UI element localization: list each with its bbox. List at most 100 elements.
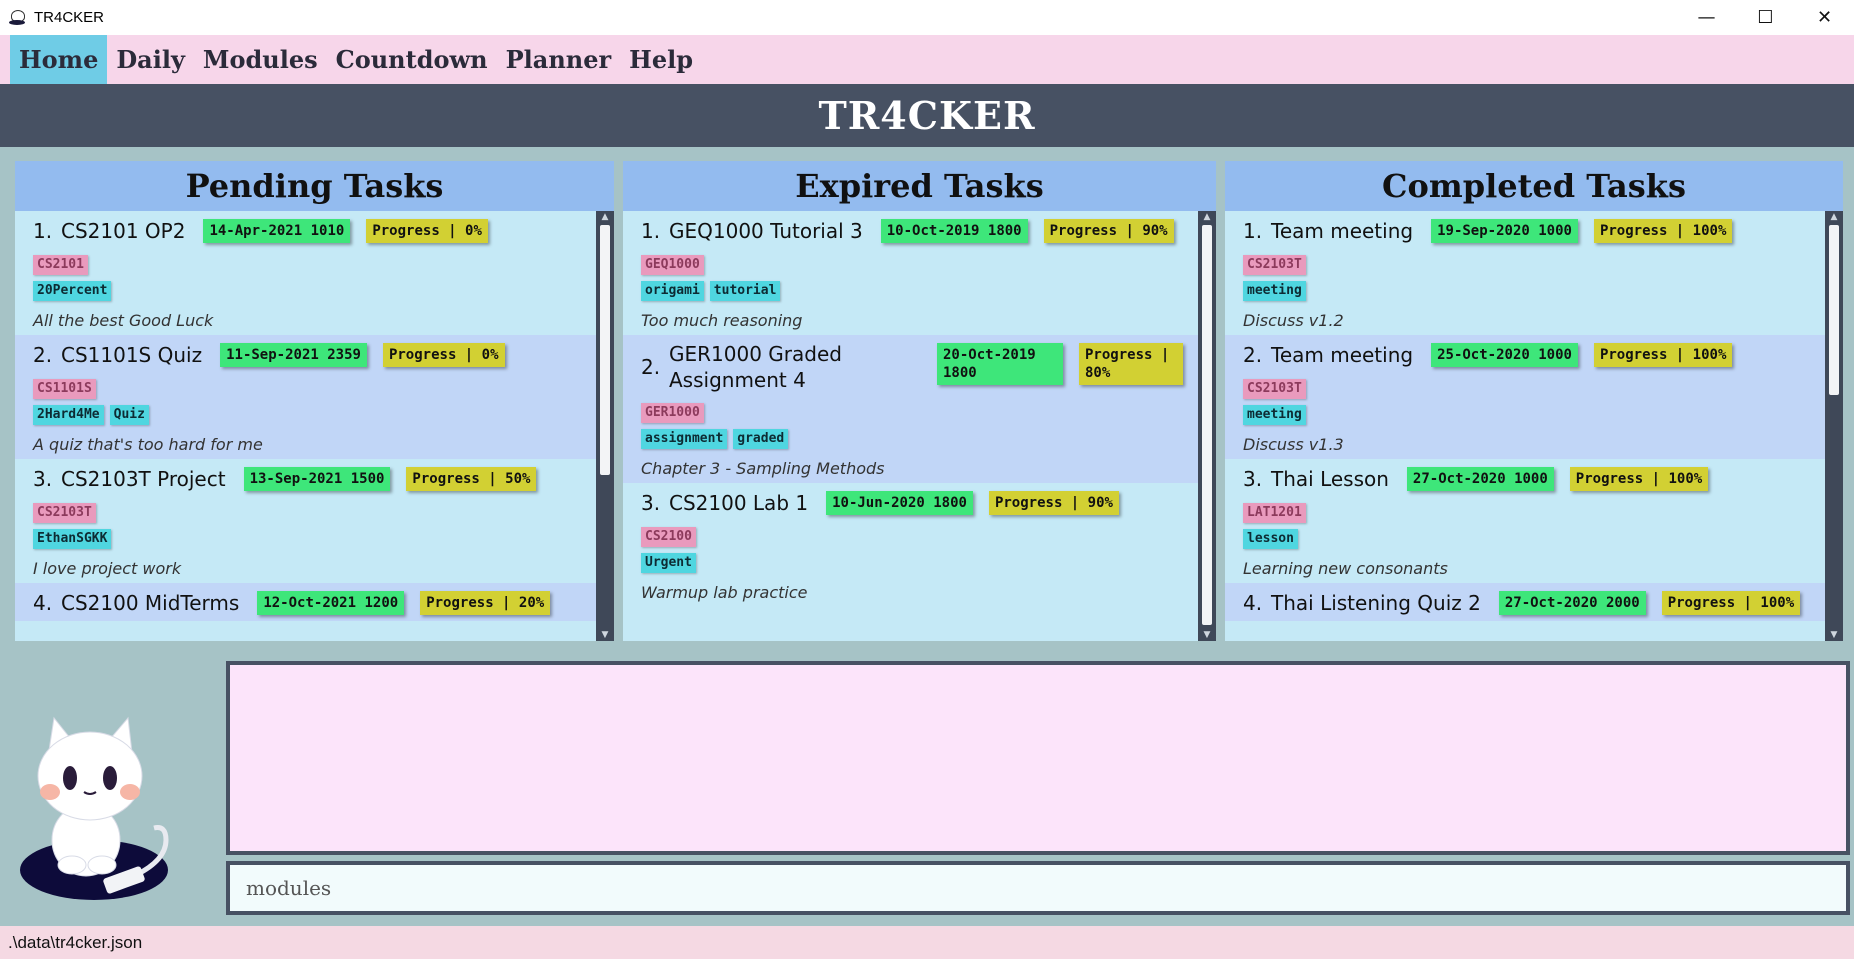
task-card[interactable]: 1. Team meeting 19-Sep-2020 1000 Progres… [1225,211,1825,335]
task-progress: Progress | 20% [420,591,551,615]
task-deadline: 12-Oct-2021 1200 [257,591,405,615]
task-index: 1. [641,219,661,243]
task-deadline: 27-Oct-2020 1000 [1406,467,1554,491]
status-bar: .\data\tr4cker.json [0,926,1854,959]
task-progress: Progress | 0% [366,219,488,243]
task-progress: Progress | 90% [1043,219,1174,243]
task-name: CS2101 OP2 [61,219,186,243]
task-progress: Progress | 100% [1661,591,1801,615]
task-name: Thai Lesson [1271,467,1389,491]
task-description: Learning new consonants [1243,559,1448,578]
task-index: 4. [33,591,53,615]
module-tag: LAT1201 [1243,503,1306,523]
menu-item-home[interactable]: Home [10,35,108,84]
module-tag: CS2103T [1243,255,1306,275]
completed-tasks-list[interactable]: 1. Team meeting 19-Sep-2020 1000 Progres… [1225,211,1825,641]
cat-mascot-icon [20,716,169,900]
minimize-icon[interactable]: — [1677,0,1736,35]
task-description: Discuss v1.2 [1243,311,1344,330]
task-name: CS2100 Lab 1 [669,491,809,515]
pending-scrollbar[interactable]: ▲ ▼ [596,211,614,641]
task-index: 3. [33,467,53,491]
task-card[interactable]: 4. Thai Listening Quiz 2 27-Oct-2020 200… [1225,583,1825,621]
expired-scrollbar[interactable]: ▲ ▼ [1198,211,1216,641]
task-description: I love project work [33,559,182,578]
task-card[interactable]: 2. CS1101S Quiz 11-Sep-2021 2359 Progres… [15,335,596,459]
task-card[interactable]: 3. CS2100 Lab 1 10-Jun-2020 1800 Progres… [623,483,1198,607]
task-tag: assignment [641,429,728,449]
task-description: Warmup lab practice [641,583,808,602]
task-index: 1. [1243,219,1263,243]
completed-tasks-panel: Completed Tasks 1. Team meeting 19-Sep-2… [1225,161,1843,641]
scroll-up-icon[interactable]: ▲ [596,211,614,223]
completed-scrollbar[interactable]: ▲ ▼ [1825,211,1843,641]
task-index: 2. [33,343,53,367]
task-name: Thai Listening Quiz 2 [1271,591,1481,615]
module-tag: CS2103T [1243,379,1306,399]
task-progress: Progress | 100% [1569,467,1709,491]
task-tag: 20Percent [33,281,112,301]
task-name: CS1101S Quiz [61,343,203,367]
pending-tasks-list[interactable]: 1. CS2101 OP2 14-Apr-2021 1010 Progress … [15,211,596,641]
task-tag: graded [733,429,789,449]
task-tag: Quiz [109,405,149,425]
task-tag: 2Hard4Me [33,405,104,425]
task-progress: Progress | 90% [988,491,1119,515]
scroll-thumb[interactable] [600,225,610,475]
module-tag: GER1000 [641,403,704,423]
command-input[interactable] [246,876,1846,900]
close-icon[interactable]: ✕ [1795,0,1854,35]
expired-tasks-panel: Expired Tasks 1. GEQ1000 Tutorial 3 10-O… [623,161,1216,641]
menu-item-planner[interactable]: Planner [497,35,621,84]
pending-tasks-panel: Pending Tasks 1. CS2101 OP2 14-Apr-2021 … [15,161,614,641]
app-header-title: TR4CKER [818,93,1036,138]
maximize-icon[interactable]: ☐ [1736,0,1795,35]
app-header: TR4CKER [0,84,1854,147]
pending-tasks-title: Pending Tasks [15,161,614,211]
module-tag: CS2103T [33,503,96,523]
task-card[interactable]: 1. GEQ1000 Tutorial 3 10-Oct-2019 1800 P… [623,211,1198,335]
scroll-thumb[interactable] [1202,225,1212,625]
task-index: 3. [1243,467,1263,491]
task-deadline: 10-Jun-2020 1800 [826,491,973,515]
menu-item-countdown[interactable]: Countdown [327,35,497,84]
task-tag: lesson [1243,529,1298,549]
task-index: 1. [33,219,53,243]
result-display [226,661,1850,855]
scroll-up-icon[interactable]: ▲ [1198,211,1216,223]
scroll-down-icon[interactable]: ▼ [1825,629,1843,641]
menu-item-daily[interactable]: Daily [107,35,194,84]
task-card[interactable]: 2. GER1000 Graded Assignment 4 20-Oct-20… [623,335,1198,483]
scroll-down-icon[interactable]: ▼ [596,629,614,641]
window-title: TR4CKER [34,9,105,26]
module-tag: CS2100 [641,527,696,547]
task-deadline: 14-Apr-2021 1010 [203,219,351,243]
task-description: Too much reasoning [641,311,803,330]
task-tag: EthanSGKK [33,529,112,549]
menu-item-modules[interactable]: Modules [194,35,327,84]
task-tag: meeting [1243,281,1306,301]
command-box[interactable] [226,861,1850,915]
task-card[interactable]: 2. Team meeting 25-Oct-2020 1000 Progres… [1225,335,1825,459]
task-deadline: 20-Oct-2019 1800 [937,343,1063,385]
task-card[interactable]: 4. CS2100 MidTerms 12-Oct-2021 1200 Prog… [15,583,596,621]
task-progress: Progress | 50% [406,467,537,491]
task-name: GEQ1000 Tutorial 3 [669,219,863,243]
task-description: All the best Good Luck [33,311,214,330]
expired-tasks-list[interactable]: 1. GEQ1000 Tutorial 3 10-Oct-2019 1800 P… [623,211,1198,641]
task-tag: origami [641,281,704,301]
completed-tasks-title: Completed Tasks [1225,161,1843,211]
menu-bar: Home Daily Modules Countdown Planner Hel… [0,35,1854,84]
task-card[interactable]: 1. CS2101 OP2 14-Apr-2021 1010 Progress … [15,211,596,335]
data-file-path: .\data\tr4cker.json [8,932,143,952]
scroll-down-icon[interactable]: ▼ [1198,629,1216,641]
scroll-thumb[interactable] [1829,225,1839,395]
scroll-up-icon[interactable]: ▲ [1825,211,1843,223]
task-deadline: 11-Sep-2021 2359 [220,343,367,367]
task-card[interactable]: 3. CS2103T Project 13-Sep-2021 1500 Prog… [15,459,596,583]
menu-item-help[interactable]: Help [620,35,702,84]
task-progress: Progress | 100% [1593,219,1733,243]
task-deadline: 25-Oct-2020 1000 [1431,343,1578,367]
task-description: Chapter 3 - Sampling Methods [641,459,885,478]
task-card[interactable]: 3. Thai Lesson 27-Oct-2020 1000 Progress… [1225,459,1825,583]
